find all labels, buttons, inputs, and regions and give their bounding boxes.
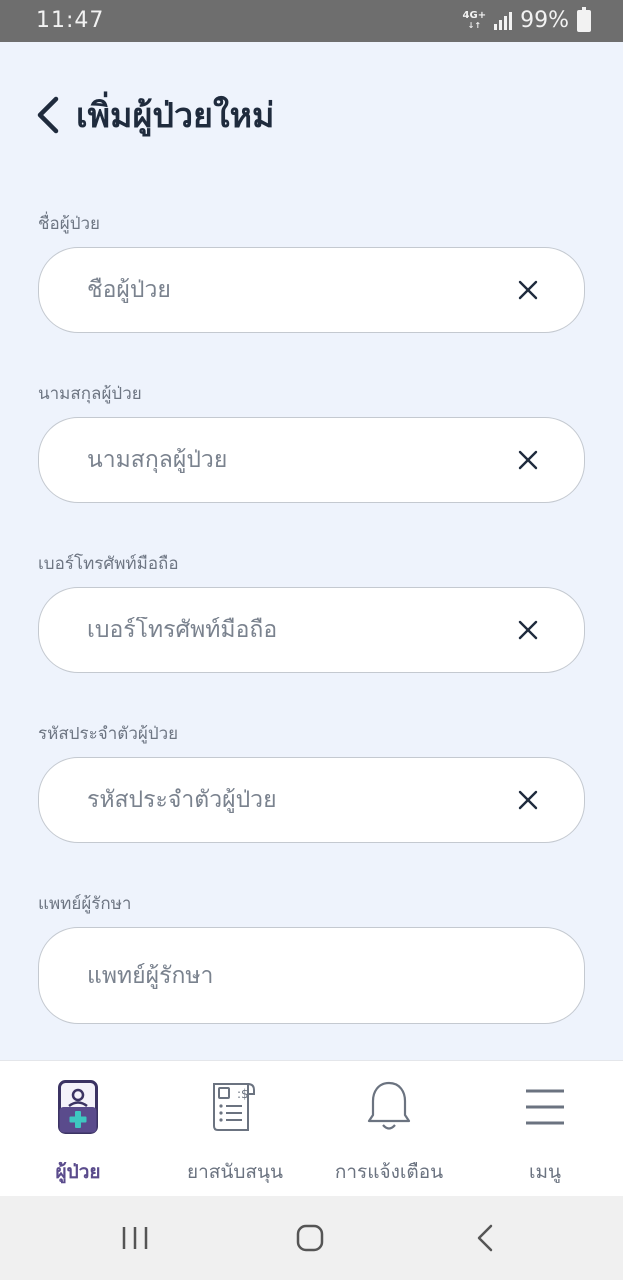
patient-id-field[interactable] [38, 757, 585, 843]
nav-icon-wrapper [366, 1077, 412, 1137]
doctor-label: แพทย์ผู้รักษา [38, 894, 132, 914]
mobile-phone-label: เบอร์โทรศัพท์มือถือ [38, 554, 179, 574]
system-back-button[interactable] [455, 1218, 515, 1258]
bottom-navigation: ผู้ป่วย :$ ยาสนับสนุน การแจ้งเตือน เมนู [0, 1060, 623, 1196]
nav-icon-wrapper [58, 1077, 98, 1137]
nav-item-menu[interactable]: เมนู [470, 1061, 620, 1197]
svg-text::$: :$ [237, 1087, 249, 1101]
patient-last-name-label: นามสกุลผู้ป่วย [38, 384, 142, 404]
chevron-left-icon [37, 96, 59, 134]
doctor-field[interactable] [38, 927, 585, 1024]
patient-first-name-field[interactable] [38, 247, 585, 333]
medicine-receipt-icon: :$ [213, 1083, 255, 1131]
battery-icon [577, 6, 591, 32]
nav-item-notifications[interactable]: การแจ้งเตือน [314, 1061, 464, 1197]
page-title: เพิ่มผู้ป่วยใหม่ [76, 96, 275, 136]
system-navigation-bar [0, 1196, 623, 1280]
patient-last-name-field[interactable] [38, 417, 585, 503]
close-icon [518, 620, 538, 640]
network-indicator: 4G+ ↓↑ [462, 9, 487, 31]
patient-icon [58, 1080, 98, 1134]
battery-percent: 99% [520, 8, 569, 33]
nav-item-medicine[interactable]: :$ ยาสนับสนุน [160, 1061, 310, 1197]
menu-icon [526, 1089, 564, 1125]
home-button[interactable] [280, 1218, 340, 1258]
clear-first-name-button[interactable] [512, 274, 544, 306]
data-arrows-icon: ↓↑ [467, 20, 482, 30]
nav-item-patients[interactable]: ผู้ป่วย [3, 1061, 153, 1197]
back-button[interactable] [30, 91, 66, 139]
nav-label-patients: ผู้ป่วย [55, 1161, 101, 1183]
nav-icon-wrapper [525, 1077, 565, 1137]
home-icon [296, 1224, 324, 1252]
patient-id-input[interactable] [87, 787, 512, 813]
patient-last-name-input[interactable] [87, 447, 512, 473]
clear-patient-id-button[interactable] [512, 784, 544, 816]
close-icon [518, 790, 538, 810]
close-icon [518, 450, 538, 470]
patient-first-name-input[interactable] [87, 277, 512, 303]
chevron-left-icon [477, 1224, 493, 1252]
status-icons: 4G+ ↓↑ 99% [462, 6, 591, 33]
network-type: 4G+ [462, 9, 487, 21]
recent-apps-icon [122, 1227, 148, 1249]
close-icon [518, 280, 538, 300]
patient-id-label: รหัสประจำตัวผู้ป่วย [38, 724, 179, 744]
nav-label-medicine: ยาสนับสนุน [186, 1161, 284, 1183]
page-header: เพิ่มผู้ป่วยใหม่ [30, 88, 274, 142]
nav-label-menu: เมนู [528, 1161, 561, 1183]
bell-icon [367, 1081, 411, 1130]
nav-label-notifications: การแจ้งเตือน [334, 1161, 444, 1183]
clear-last-name-button[interactable] [512, 444, 544, 476]
doctor-input[interactable] [87, 962, 544, 989]
clear-phone-button[interactable] [512, 614, 544, 646]
mobile-phone-input[interactable] [87, 617, 512, 643]
nav-icon-wrapper: :$ [208, 1077, 262, 1137]
status-time: 11:47 [36, 8, 105, 33]
mobile-phone-field[interactable] [38, 587, 585, 673]
status-bar: 11:47 4G+ ↓↑ 99% [0, 0, 623, 42]
signal-icon [494, 11, 513, 30]
recent-apps-button[interactable] [105, 1218, 165, 1258]
patient-first-name-label: ชื่อผู้ป่วย [38, 214, 101, 234]
